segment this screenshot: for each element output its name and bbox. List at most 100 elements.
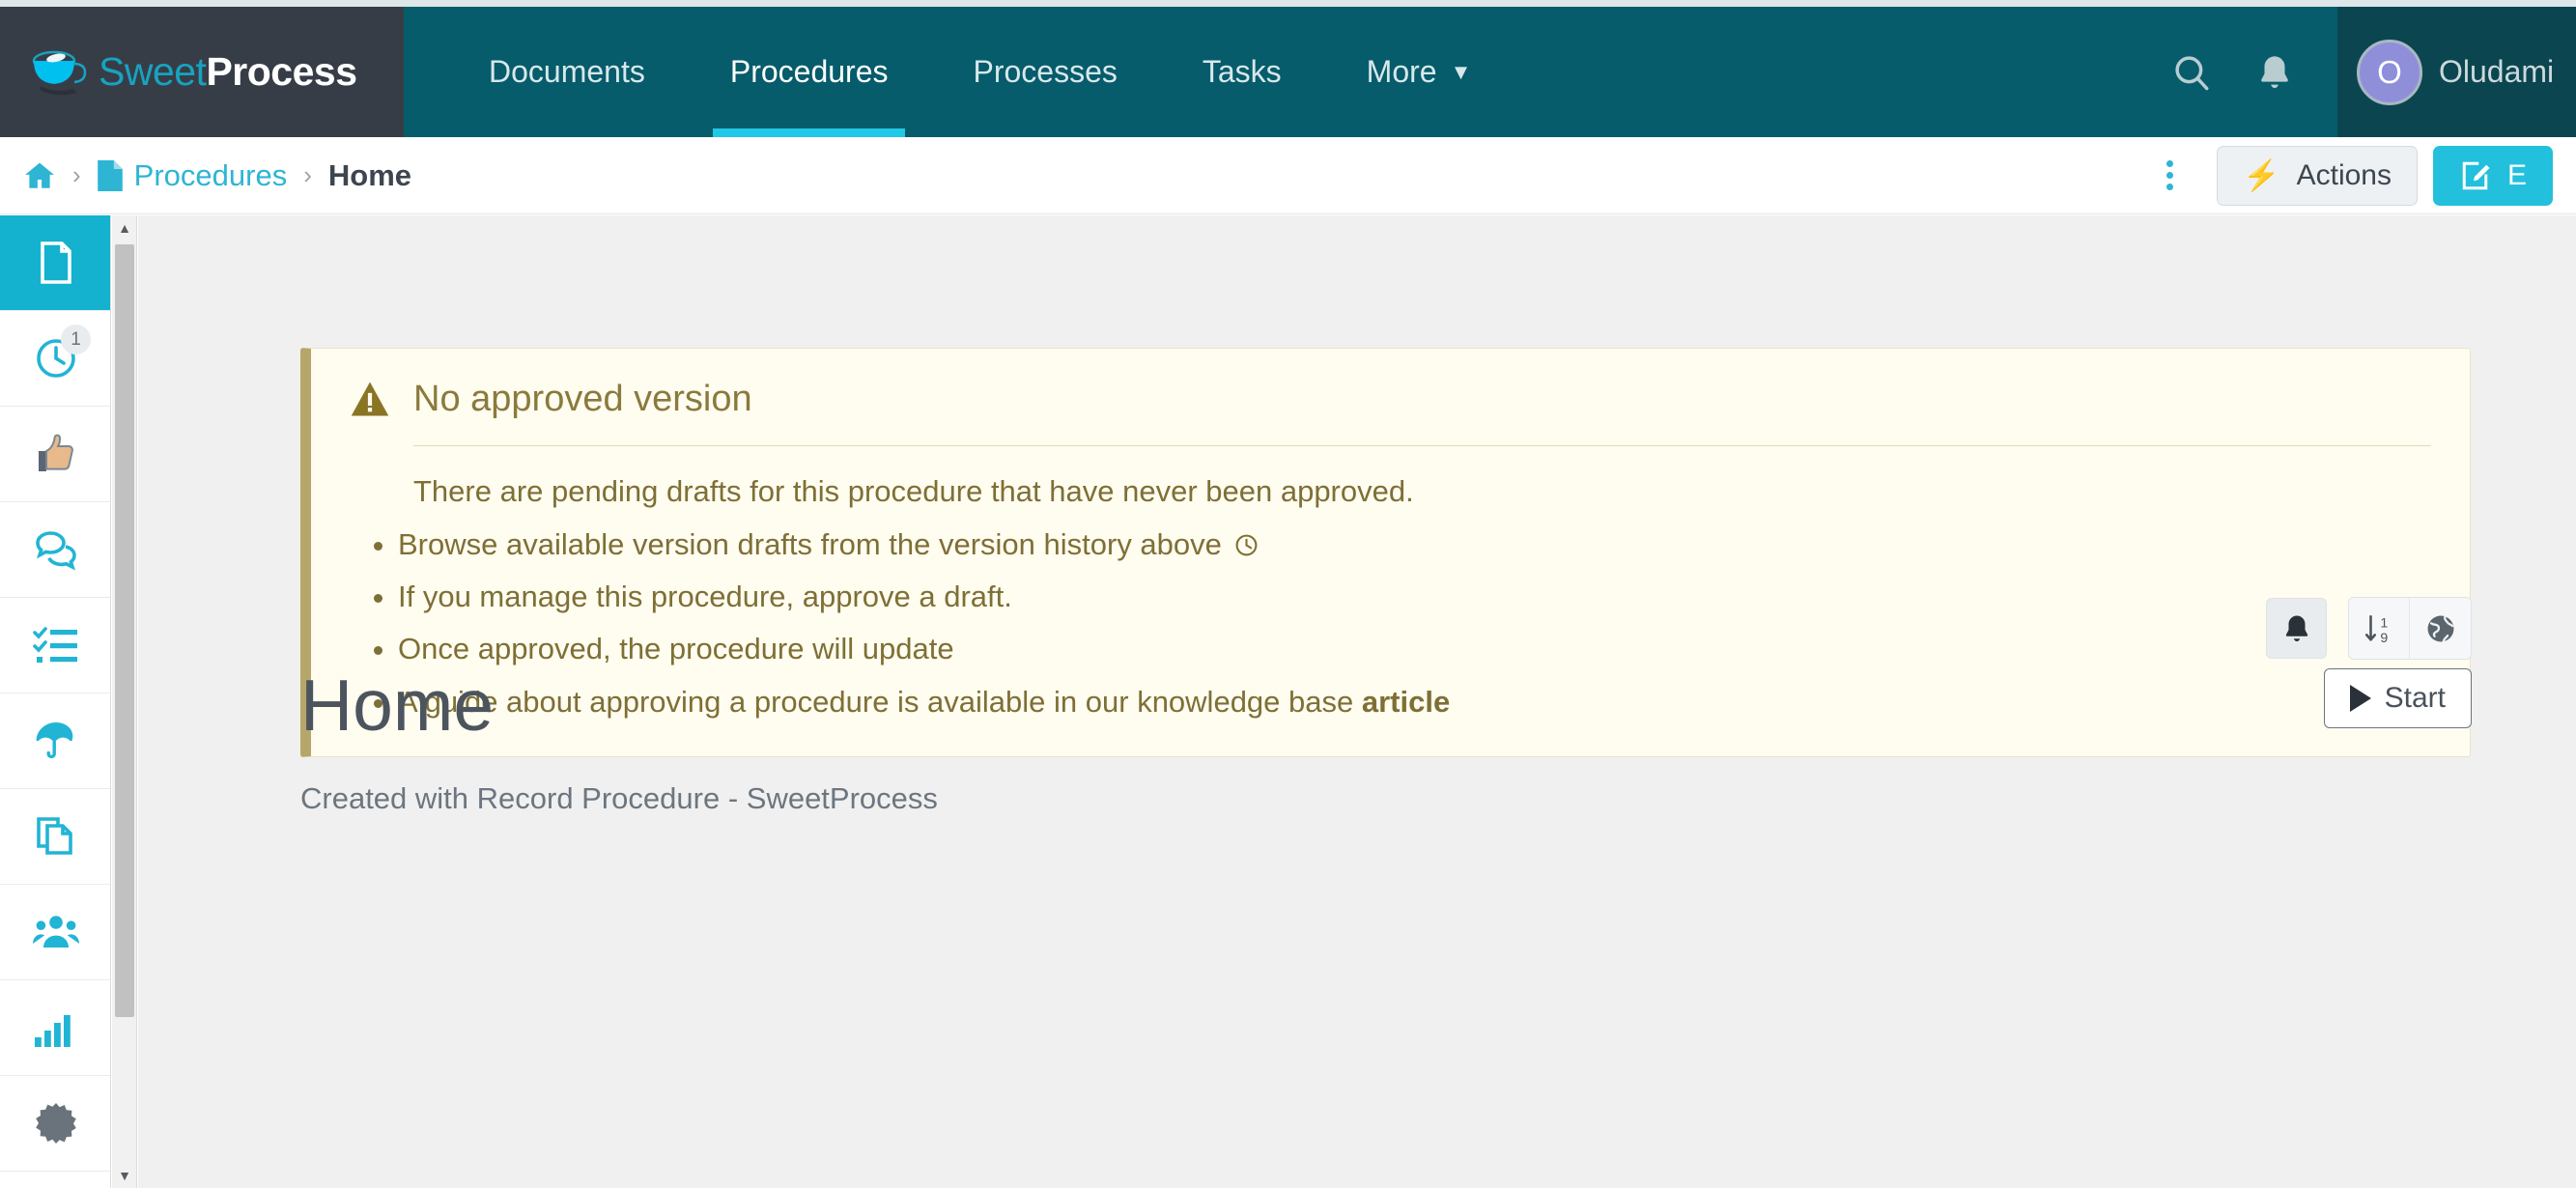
alert-intro: There are pending drafts for this proced… <box>413 474 1414 508</box>
edit-button[interactable]: E <box>2432 145 2553 206</box>
avatar: O <box>2357 39 2422 105</box>
sidebar-item-duplicate[interactable] <box>0 789 110 885</box>
actions-button-label: Actions <box>2296 158 2392 191</box>
copy-icon <box>36 817 72 855</box>
alert-header: No approved version <box>350 380 2431 418</box>
sidebar-item-policies[interactable] <box>0 693 110 789</box>
lightning-bolt-icon: ⚡ <box>2242 158 2280 192</box>
umbrella-icon <box>36 722 72 759</box>
alert-bullet-3-text: Once approved, the procedure will update <box>398 632 954 666</box>
edit-pencil-icon <box>2462 161 2490 189</box>
start-button-label: Start <box>2384 682 2446 714</box>
sort-numeric-icon: 1 9 <box>2364 614 2388 645</box>
nav-item-more-label: More <box>1366 54 1437 89</box>
list-item: Once approved, the procedure will update <box>398 630 2431 668</box>
actions-button[interactable]: ⚡ Actions <box>2216 145 2418 206</box>
checklist-icon <box>32 627 77 663</box>
breadcrumb: › Procedures › Home <box>23 158 411 193</box>
notifications-button[interactable] <box>2233 31 2316 114</box>
alert-divider <box>413 445 2431 446</box>
users-icon <box>32 916 79 948</box>
list-item: If you manage this procedure, approve a … <box>398 578 2431 616</box>
search-icon <box>2175 55 2209 90</box>
visibility-button[interactable] <box>2410 598 2471 659</box>
subscribe-button[interactable] <box>2266 598 2327 659</box>
nav-item-documents[interactable]: Documents <box>446 7 688 137</box>
chevron-down-icon: ▼ <box>1450 59 1472 84</box>
more-vertical-icon[interactable] <box>2145 151 2195 201</box>
nav-item-tasks[interactable]: Tasks <box>1160 7 1324 137</box>
window-top-strip <box>0 0 2576 7</box>
sidebar-item-comments[interactable] <box>0 502 110 598</box>
alert-bullet-2-text: If you manage this procedure, approve a … <box>398 580 1012 614</box>
sidebar-item-version-history[interactable]: 1 <box>0 311 110 407</box>
search-button[interactable] <box>2150 31 2233 114</box>
breadcrumb-current: Home <box>327 157 412 192</box>
globe-icon <box>2427 615 2453 642</box>
sidebar-item-tasks[interactable] <box>0 598 110 693</box>
svg-text:9: 9 <box>2380 631 2388 645</box>
nav-item-documents-label: Documents <box>489 54 645 89</box>
kebab-dot <box>2166 160 2174 167</box>
sidebar-scrollbar[interactable]: ▲ ▼ <box>112 215 137 1188</box>
scroll-down-arrow-icon[interactable]: ▼ <box>112 1163 137 1188</box>
coffee-cup-icon <box>32 50 87 95</box>
brand-logo[interactable]: SweetProcess <box>0 7 404 137</box>
user-name: Oludami <box>2439 54 2555 89</box>
sidebar-item-reports[interactable] <box>0 980 110 1076</box>
nav-links-zone: Documents Procedures Processes Tasks Mor… <box>404 7 2337 137</box>
brand-name-part2: Process <box>206 49 357 94</box>
alert-title: No approved version <box>413 379 752 419</box>
nav-item-procedures[interactable]: Procedures <box>688 7 931 137</box>
kebab-dot <box>2166 184 2174 190</box>
knowledge-base-article-link[interactable]: article <box>1362 685 1450 719</box>
nav-item-processes-label: Processes <box>973 54 1118 89</box>
breadcrumb-link-procedures[interactable]: Procedures <box>134 158 288 193</box>
nav-item-processes[interactable]: Processes <box>930 7 1159 137</box>
brand-name-part1: Sweet <box>99 49 207 94</box>
alert-bullet-1-text: Browse available version drafts from the… <box>398 526 1222 561</box>
sidebar-item-version-history-badge: 1 <box>61 325 91 354</box>
scrollbar-thumb[interactable] <box>115 244 134 1017</box>
document-icon <box>97 159 123 191</box>
top-navigation-bar: SweetProcess Documents Procedures Proces… <box>0 7 2576 137</box>
clock-icon <box>1235 534 1257 556</box>
kebab-dot <box>2166 172 2174 179</box>
bar-chart-icon <box>34 1015 71 1047</box>
document-icon <box>40 241 71 284</box>
page-subtitle: Created with Record Procedure - SweetPro… <box>300 781 938 815</box>
breadcrumb-toolbar: › Procedures › Home ⚡ Actions E <box>0 137 2576 214</box>
user-menu[interactable]: O Oludami <box>2337 7 2576 137</box>
no-approved-version-alert: No approved version There are pending dr… <box>300 348 2471 758</box>
bell-icon <box>2261 55 2288 88</box>
sidebar-item-approvals[interactable] <box>0 407 110 502</box>
start-button[interactable]: Start <box>2323 668 2472 728</box>
nav-item-tasks-label: Tasks <box>1202 54 1282 89</box>
gear-icon <box>35 1103 76 1144</box>
play-icon <box>2349 685 2371 712</box>
nav-item-procedures-label: Procedures <box>729 54 889 89</box>
brand-name: SweetProcess <box>99 52 357 92</box>
list-item: Browse available version drafts from the… <box>398 525 2431 564</box>
thumbs-up-icon <box>38 434 73 471</box>
scroll-up-arrow-icon[interactable]: ▲ <box>112 215 137 240</box>
breadcrumb-separator-2: › <box>303 160 312 189</box>
svg-text:1: 1 <box>2380 615 2388 631</box>
nav-item-more[interactable]: More ▼ <box>1324 7 1514 137</box>
sidebar-item-document[interactable] <box>0 215 110 311</box>
list-item: A guide about approving a procedure is a… <box>398 683 2431 721</box>
warning-triangle-icon <box>351 382 389 416</box>
sidebar-item-teams[interactable] <box>0 885 110 980</box>
left-icon-rail: 1 <box>0 215 111 1188</box>
alert-bullet-4-text: A guide about approving a procedure is a… <box>398 684 1362 719</box>
nav-icon-actions <box>2150 7 2337 137</box>
edit-button-label: E <box>2506 158 2527 191</box>
toolbar-actions: ⚡ Actions E <box>2145 145 2553 206</box>
sidebar-item-settings[interactable] <box>0 1076 110 1172</box>
document-action-group: 1 9 <box>2348 597 2472 660</box>
avatar-initial: O <box>2377 53 2402 90</box>
breadcrumb-home-button[interactable] <box>23 159 56 192</box>
page-title: Home <box>300 665 495 746</box>
sort-order-button[interactable]: 1 9 <box>2349 598 2410 659</box>
